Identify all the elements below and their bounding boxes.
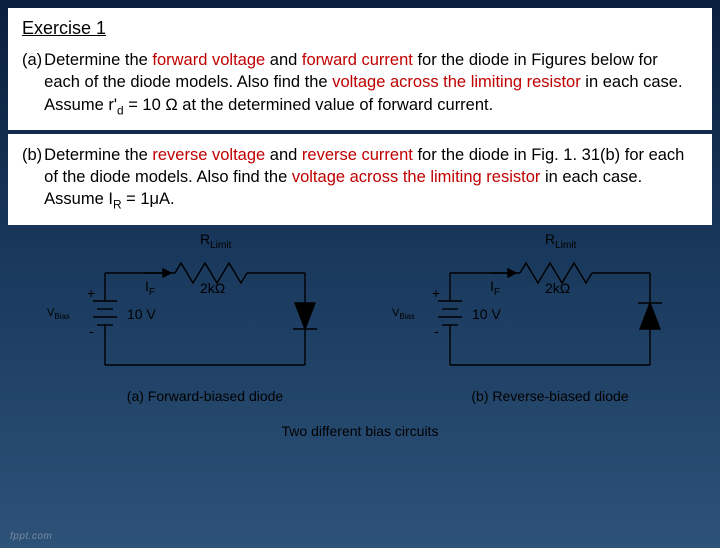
pa-h1: forward voltage bbox=[152, 51, 265, 69]
footer-logo: fppt.com bbox=[10, 531, 52, 542]
ca-plus: + bbox=[87, 285, 95, 301]
ca-voltage: 10 V bbox=[127, 306, 156, 322]
pb-s5: = 1μA. bbox=[122, 190, 175, 208]
ca-rlimit: RLimit bbox=[200, 231, 231, 251]
circuit-b: RLimit IF 2kΩ 10 V + - VBias (b) Reverse… bbox=[390, 233, 700, 403]
pb-s2: and bbox=[265, 146, 302, 164]
circuit-diagrams: RLimit IF 2kΩ 10 V + - VBias (a) Forward… bbox=[0, 225, 720, 485]
pb-h2: reverse current bbox=[302, 146, 413, 164]
ca-minus: - bbox=[89, 323, 94, 339]
cb-plus: + bbox=[432, 285, 440, 301]
part-a-body: Determine the forward voltage and forwar… bbox=[44, 49, 698, 118]
part-b: (b) Determine the reverse voltage and re… bbox=[22, 144, 698, 213]
ca-vbias: VBias bbox=[47, 307, 70, 321]
circuit-a-svg bbox=[45, 233, 355, 393]
part-a: (a) Determine the forward voltage and fo… bbox=[22, 49, 698, 118]
pa-s5: = 10 Ω at the determined value of forwar… bbox=[124, 96, 494, 114]
cb-vbias: VBias bbox=[392, 307, 415, 321]
pa-h3: voltage across the limiting resistor bbox=[332, 73, 581, 91]
cb-caption: (b) Reverse-biased diode bbox=[450, 388, 650, 404]
cb-rvalue: 2kΩ bbox=[545, 280, 570, 296]
part-a-label: (a) bbox=[22, 49, 44, 118]
pa-s1: Determine the bbox=[44, 51, 152, 69]
circuit-a: RLimit IF 2kΩ 10 V + - VBias (a) Forward… bbox=[45, 233, 355, 403]
ca-caption: (a) Forward-biased diode bbox=[105, 388, 305, 404]
exercise-header-box: Exercise 1 (a) Determine the forward vol… bbox=[8, 8, 712, 130]
exercise-title: Exercise 1 bbox=[22, 18, 698, 39]
part-b-body: Determine the reverse voltage and revers… bbox=[44, 144, 698, 213]
pa-s2: and bbox=[265, 51, 302, 69]
pb-sub1: R bbox=[113, 198, 122, 212]
pb-h1: reverse voltage bbox=[152, 146, 265, 164]
cb-if: IF bbox=[490, 278, 500, 298]
ca-rvalue: 2kΩ bbox=[200, 280, 225, 296]
pa-sub1: d bbox=[117, 103, 124, 117]
part-b-label: (b) bbox=[22, 144, 44, 213]
diagram-bottom-caption: Two different bias circuits bbox=[0, 423, 720, 439]
ca-if: IF bbox=[145, 278, 155, 298]
cb-voltage: 10 V bbox=[472, 306, 501, 322]
cb-rlimit: RLimit bbox=[545, 231, 576, 251]
part-b-box: (b) Determine the reverse voltage and re… bbox=[8, 134, 712, 225]
pa-h2: forward current bbox=[302, 51, 413, 69]
circuit-b-svg bbox=[390, 233, 700, 393]
cb-minus: - bbox=[434, 323, 439, 339]
pb-h3: voltage across the limiting resistor bbox=[292, 168, 541, 186]
pb-s1: Determine the bbox=[44, 146, 152, 164]
